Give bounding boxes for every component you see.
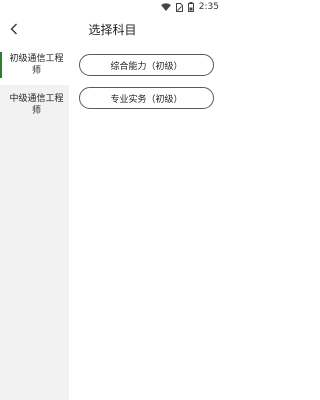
back-button[interactable] [6, 21, 22, 37]
page-title: 选择科目 [88, 22, 137, 37]
status-bar: 2:35 [0, 0, 225, 14]
subject-button-practice[interactable]: 专业实务（初级） [79, 87, 214, 109]
sidebar-item-label: 中级通信工程师 [9, 94, 64, 116]
subject-list: 综合能力（初级） 专业实务（初级） [69, 45, 225, 400]
subject-button-comprehensive[interactable]: 综合能力（初级） [79, 54, 214, 76]
sidebar-item-junior-engineer[interactable]: 初级通信工程师 [0, 45, 69, 85]
sidebar: 初级通信工程师 中级通信工程师 [0, 45, 69, 400]
wifi-icon [160, 3, 171, 11]
clock: 2:35 [198, 2, 219, 12]
app-bar: 选择科目 [0, 14, 225, 44]
subject-button-label: 专业实务（初级） [110, 94, 183, 105]
sim-icon [175, 2, 183, 12]
chevron-left-icon [10, 23, 17, 35]
subject-button-label: 综合能力（初级） [110, 61, 183, 72]
sidebar-item-label: 初级通信工程师 [9, 54, 64, 76]
active-indicator [0, 52, 2, 78]
battery-icon [187, 2, 194, 12]
sidebar-item-intermediate-engineer[interactable]: 中级通信工程师 [0, 85, 69, 125]
